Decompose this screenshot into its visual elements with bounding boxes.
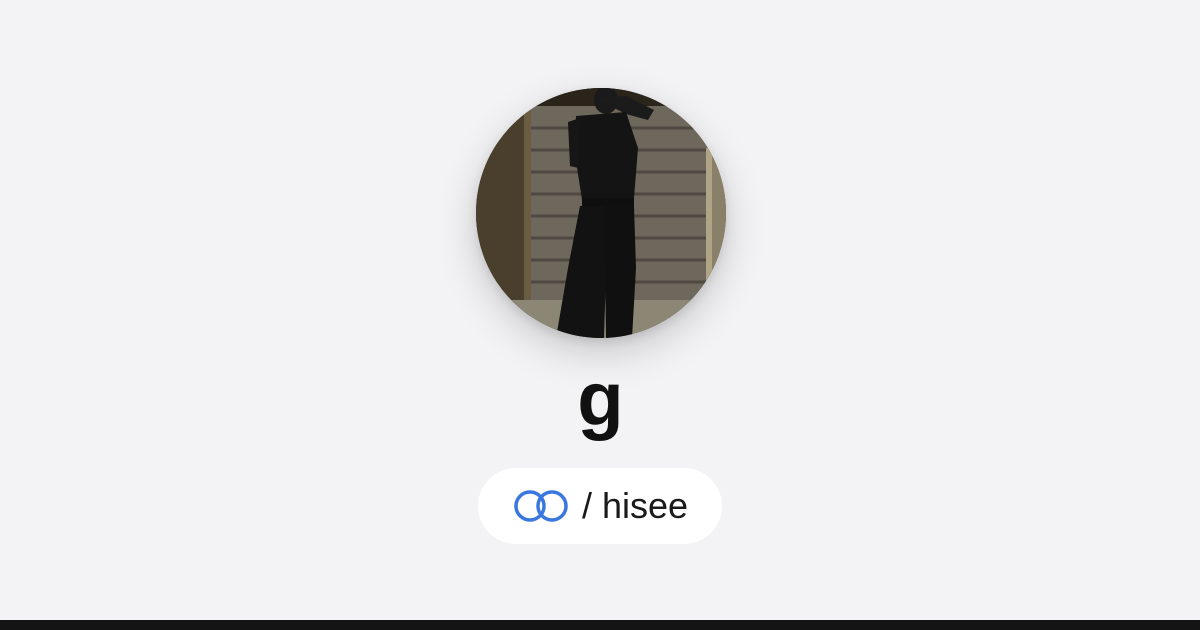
handle-pill[interactable]: / hisee [478, 468, 722, 544]
display-name: g [577, 357, 623, 442]
avatar-photo [476, 88, 726, 338]
avatar [476, 88, 726, 338]
profile-share-card: g / hisee [0, 0, 1200, 620]
bottom-bar [0, 620, 1200, 630]
handle-text: / hisee [581, 485, 689, 526]
linked-rings-icon [512, 488, 570, 524]
